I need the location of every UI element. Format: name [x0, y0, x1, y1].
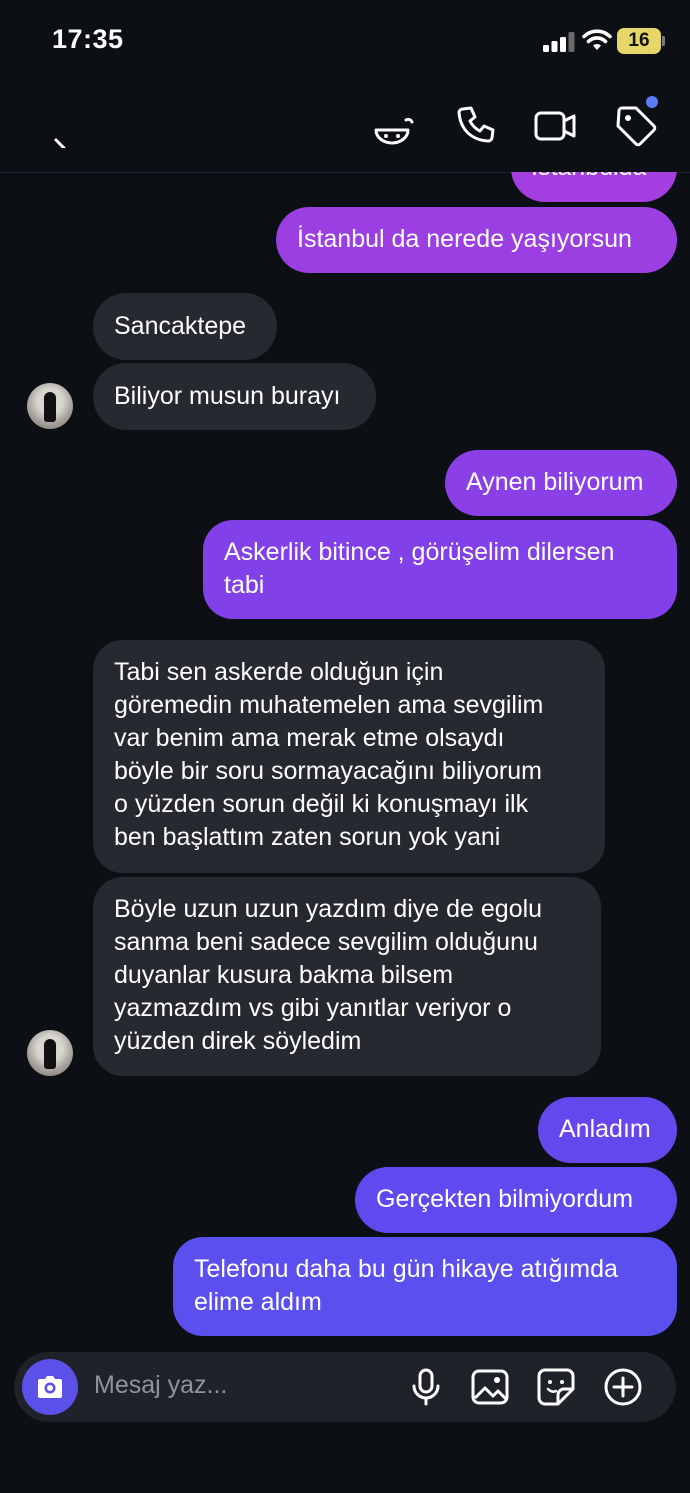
- message-list: İstanbulda İstanbul da nerede yaşıyorsun…: [0, 172, 690, 1340]
- avatar-figure: [44, 392, 56, 422]
- battery-tip: [662, 36, 665, 46]
- plus-icon[interactable]: [603, 1367, 643, 1407]
- status-bar: 17:35 16: [0, 0, 690, 84]
- camera-button[interactable]: [22, 1359, 78, 1415]
- message-bubble-outgoing[interactable]: Askerlik bitince , görüşelim dilersen ta…: [203, 520, 677, 619]
- video-icon[interactable]: [533, 104, 577, 148]
- message-bubble-outgoing[interactable]: Anladım: [538, 1097, 677, 1163]
- sticker-icon[interactable]: [536, 1367, 576, 1407]
- message-input[interactable]: Mesaj yaz...: [94, 1371, 227, 1400]
- chat-header: [0, 84, 690, 173]
- avatar[interactable]: [27, 383, 73, 429]
- message-bubble-incoming[interactable]: Biliyor musun burayı: [93, 363, 376, 430]
- message-bubble-outgoing[interactable]: Gerçekten bilmiyordum: [355, 1167, 677, 1233]
- back-icon[interactable]: [34, 104, 78, 148]
- avatar-figure: [44, 1039, 56, 1069]
- wifi-icon: [582, 29, 612, 50]
- signal-icon: [543, 32, 575, 52]
- battery-indicator: 16: [617, 28, 661, 54]
- message-composer: Mesaj yaz...: [14, 1352, 676, 1422]
- image-icon[interactable]: [470, 1367, 510, 1407]
- tag-icon[interactable]: [614, 104, 658, 148]
- avatar[interactable]: [27, 1030, 73, 1076]
- message-bubble-outgoing[interactable]: İstanbul da nerede yaşıyorsun: [276, 207, 677, 273]
- camera-icon: [38, 1376, 62, 1398]
- status-time: 17:35: [52, 24, 124, 54]
- message-bubble-incoming[interactable]: Böyle uzun uzun yazdım diye de egolu san…: [93, 877, 601, 1076]
- sticker-face-icon[interactable]: [370, 104, 414, 148]
- phone-icon[interactable]: [453, 104, 497, 148]
- message-bubble-outgoing[interactable]: İstanbulda: [511, 172, 677, 202]
- message-bubble-outgoing[interactable]: Aynen biliyorum: [445, 450, 677, 516]
- notification-dot: [646, 96, 658, 108]
- message-bubble-incoming[interactable]: Tabi sen askerde olduğun için göremedin …: [93, 640, 605, 873]
- mic-icon[interactable]: [406, 1367, 446, 1407]
- message-bubble-incoming[interactable]: Sancaktepe: [93, 293, 277, 360]
- message-bubble-outgoing[interactable]: Telefonu daha bu gün hikaye atığımda eli…: [173, 1237, 677, 1336]
